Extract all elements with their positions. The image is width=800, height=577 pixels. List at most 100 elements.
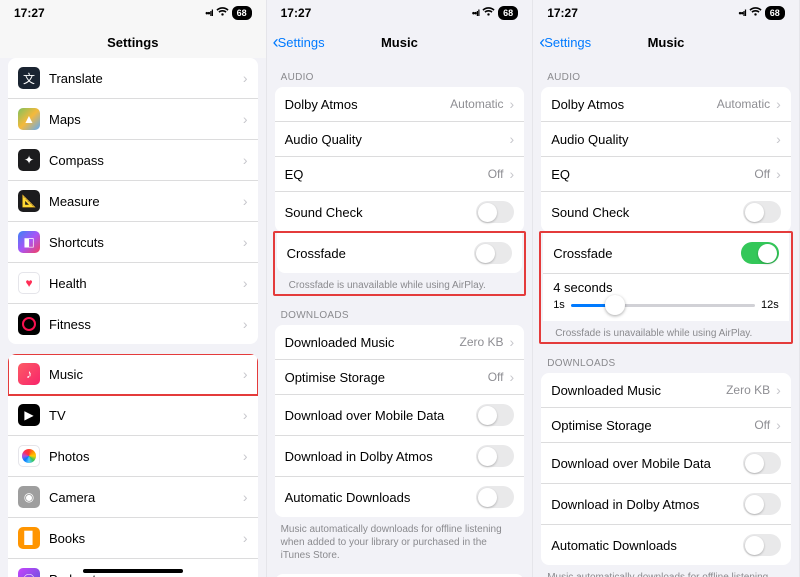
crossfade-footnote: Crossfade is unavailable while using Air… — [275, 273, 525, 294]
row-downloaded-music[interactable]: Downloaded MusicZero KB› — [541, 373, 791, 408]
status-bar: 17:27 ••ıl 68 — [0, 0, 266, 26]
settings-row-maps[interactable]: ▲ Maps › — [8, 99, 258, 140]
toggle[interactable] — [476, 445, 514, 467]
row-sound-check[interactable]: Sound Check — [275, 192, 525, 232]
chevron-right-icon: › — [243, 193, 248, 209]
row-label: Sound Check — [551, 205, 629, 220]
chevron-right-icon: › — [243, 530, 248, 546]
translate-icon: 文 — [18, 67, 40, 89]
settings-group-apps1: 文 Translate › ▲ Maps › ✦ Compass › 📐 Mea… — [8, 58, 258, 344]
row-label: EQ — [285, 167, 304, 182]
settings-row-camera[interactable]: ◉ Camera › — [8, 477, 258, 518]
row-label: Download in Dolby Atmos — [285, 449, 433, 464]
row-label: Fitness — [49, 317, 91, 332]
row-downloaded-music[interactable]: Downloaded MusicZero KB› — [275, 325, 525, 360]
row-automatic-downloads[interactable]: Automatic Downloads — [275, 477, 525, 517]
settings-scroll[interactable]: 文 Translate › ▲ Maps › ✦ Compass › 📐 Mea… — [0, 58, 266, 577]
settings-row-fitness[interactable]: Fitness › — [8, 304, 258, 344]
chevron-right-icon: › — [243, 70, 248, 86]
chevron-right-icon: › — [243, 275, 248, 291]
status-icons: ••ıl 68 — [205, 6, 251, 20]
row-label: Books — [49, 531, 85, 546]
music-scroll[interactable]: AUDIO Dolby AtmosAutomatic›Audio Quality… — [267, 58, 533, 577]
row-eq[interactable]: EQOff› — [275, 157, 525, 192]
row-detail: Off — [488, 167, 504, 181]
toggle[interactable] — [743, 452, 781, 474]
row-dolby-atmos[interactable]: Dolby AtmosAutomatic› — [541, 87, 791, 122]
settings-row-measure[interactable]: 📐 Measure › — [8, 181, 258, 222]
signal-icon: ••ıl — [472, 8, 479, 18]
row-automatic-downloads[interactable]: Automatic Downloads — [541, 525, 791, 565]
settings-row-photos[interactable]: Photos › — [8, 436, 258, 477]
crossfade-slider[interactable] — [571, 304, 755, 307]
row-eq[interactable]: EQOff› — [541, 157, 791, 192]
row-detail: Off — [488, 370, 504, 384]
settings-row-shortcuts[interactable]: ◧ Shortcuts › — [8, 222, 258, 263]
row-label: Optimise Storage — [551, 418, 651, 433]
settings-row-music[interactable]: ♪ Music › — [8, 354, 258, 395]
row-label: Compass — [49, 153, 104, 168]
crossfade-toggle[interactable] — [474, 242, 512, 264]
row-optimise-storage[interactable]: Optimise StorageOff› — [275, 360, 525, 395]
back-button[interactable]: ‹ Settings — [539, 26, 591, 58]
row-label: Camera — [49, 490, 95, 505]
row-sound-check[interactable]: Sound Check — [541, 192, 791, 232]
row-label: Download over Mobile Data — [285, 408, 445, 423]
chevron-right-icon: › — [243, 489, 248, 505]
status-bar: 17:27 ••ıl 68 — [533, 0, 799, 26]
row-detail: Off — [754, 418, 770, 432]
books-icon: ▉ — [18, 527, 40, 549]
row-label: Translate — [49, 71, 103, 86]
crossfade-highlight: Crossfade 4 seconds 1s 12s Crossfade is … — [539, 231, 793, 344]
chevron-right-icon: › — [776, 382, 781, 398]
toggle[interactable] — [476, 201, 514, 223]
toggle[interactable] — [743, 493, 781, 515]
toggle[interactable] — [743, 534, 781, 556]
row-download-over-mobile-data[interactable]: Download over Mobile Data — [541, 443, 791, 484]
status-time: 17:27 — [14, 6, 45, 20]
toggle[interactable] — [476, 486, 514, 508]
back-button[interactable]: ‹ Settings — [273, 26, 325, 58]
row-label: Photos — [49, 449, 89, 464]
row-download-over-mobile-data[interactable]: Download over Mobile Data — [275, 395, 525, 436]
row-label: Dolby Atmos — [285, 97, 358, 112]
chevron-right-icon: › — [243, 234, 248, 250]
settings-row-books[interactable]: ▉ Books › — [8, 518, 258, 559]
crossfade-toggle[interactable] — [741, 242, 779, 264]
crossfade-value: 4 seconds — [553, 280, 779, 295]
chevron-right-icon: › — [243, 111, 248, 127]
slider-thumb[interactable] — [605, 295, 625, 315]
music-icon: ♪ — [18, 363, 40, 385]
crossfade-row[interactable]: Crossfade — [543, 233, 789, 274]
toggle[interactable] — [743, 201, 781, 223]
row-download-in-dolby-atmos[interactable]: Download in Dolby Atmos — [541, 484, 791, 525]
row-optimise-storage[interactable]: Optimise StorageOff› — [541, 408, 791, 443]
row-detail: Zero KB — [726, 383, 770, 397]
slider-max: 12s — [761, 299, 779, 311]
chevron-right-icon: › — [243, 366, 248, 382]
chevron-right-icon: › — [510, 334, 515, 350]
home-indicator[interactable] — [83, 569, 183, 573]
crossfade-row[interactable]: Crossfade — [277, 233, 523, 273]
chevron-right-icon: › — [243, 316, 248, 332]
crossfade-label: Crossfade — [287, 246, 346, 261]
row-audio-quality[interactable]: Audio Quality› — [541, 122, 791, 157]
signal-icon: ••ıl — [738, 8, 745, 18]
crossfade-group: Crossfade 4 seconds 1s 12s — [543, 233, 789, 321]
settings-row-translate[interactable]: 文 Translate › — [8, 58, 258, 99]
row-dolby-atmos[interactable]: Dolby AtmosAutomatic› — [275, 87, 525, 122]
toggle[interactable] — [476, 404, 514, 426]
settings-row-health[interactable]: ♥ Health › — [8, 263, 258, 304]
status-time: 17:27 — [281, 6, 312, 20]
row-download-in-dolby-atmos[interactable]: Download in Dolby Atmos — [275, 436, 525, 477]
chevron-right-icon: › — [243, 571, 248, 577]
row-audio-quality[interactable]: Audio Quality› — [275, 122, 525, 157]
settings-row-compass[interactable]: ✦ Compass › — [8, 140, 258, 181]
settings-row-tv[interactable]: ▶ TV › — [8, 395, 258, 436]
panel-settings-root: 17:27 ••ıl 68 Settings 文 Translate › ▲ M… — [0, 0, 267, 577]
settings-row-podcasts[interactable]: ⦿ Podcasts › — [8, 559, 258, 577]
row-label: Shortcuts — [49, 235, 104, 250]
crossfade-group: Crossfade — [277, 233, 523, 273]
measure-icon: 📐 — [18, 190, 40, 212]
music-scroll[interactable]: AUDIO Dolby AtmosAutomatic›Audio Quality… — [533, 58, 799, 577]
